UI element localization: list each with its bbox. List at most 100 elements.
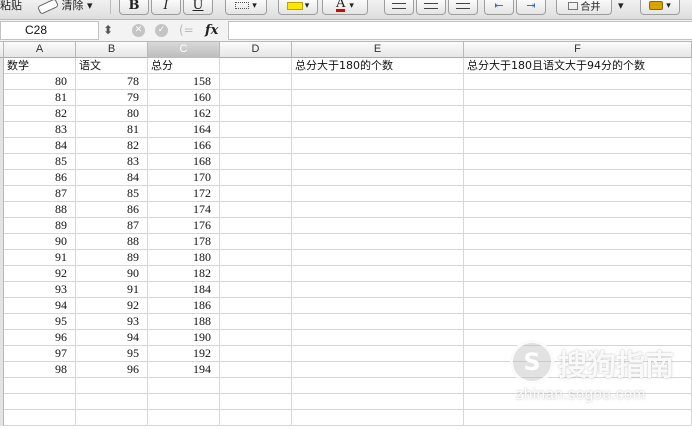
cell-b[interactable]: 89 — [76, 250, 148, 266]
format-button[interactable]: ▾ — [640, 0, 680, 15]
column-header-d[interactable]: D — [220, 42, 292, 58]
cell-b[interactable]: 93 — [76, 314, 148, 330]
cell-d[interactable] — [220, 298, 292, 314]
cell-d[interactable] — [220, 106, 292, 122]
cell-f[interactable] — [464, 298, 692, 314]
cell-e[interactable] — [292, 378, 464, 394]
cell-c[interactable]: 166 — [148, 138, 220, 154]
cell-a[interactable] — [4, 410, 76, 426]
cell-f[interactable] — [464, 74, 692, 90]
underline-button[interactable]: U — [183, 0, 213, 15]
cell-d[interactable] — [220, 362, 292, 378]
cell-a[interactable]: 84 — [4, 138, 76, 154]
cell-f[interactable] — [464, 362, 692, 378]
formula-input[interactable] — [228, 21, 692, 40]
align-right-button[interactable] — [448, 0, 478, 15]
cell-d[interactable] — [220, 202, 292, 218]
cell-f[interactable] — [464, 202, 692, 218]
cell-c[interactable]: 172 — [148, 186, 220, 202]
cell-c[interactable]: 158 — [148, 74, 220, 90]
cell-f[interactable] — [464, 394, 692, 410]
cell-b[interactable]: 83 — [76, 154, 148, 170]
cell-d[interactable] — [220, 186, 292, 202]
cell-b[interactable]: 87 — [76, 218, 148, 234]
cell-e[interactable] — [292, 122, 464, 138]
cell-a[interactable]: 95 — [4, 314, 76, 330]
cell-f[interactable] — [464, 186, 692, 202]
cell-b[interactable]: 84 — [76, 170, 148, 186]
cell-b[interactable]: 94 — [76, 330, 148, 346]
cell-c[interactable]: 178 — [148, 234, 220, 250]
column-header-a[interactable]: A — [4, 42, 76, 58]
cell-c[interactable]: 162 — [148, 106, 220, 122]
cell-c[interactable] — [148, 410, 220, 426]
align-left-button[interactable] — [384, 0, 414, 15]
cell-e[interactable] — [292, 266, 464, 282]
cell-d[interactable] — [220, 170, 292, 186]
cell-c[interactable]: 180 — [148, 250, 220, 266]
cell-a[interactable]: 91 — [4, 250, 76, 266]
cell-d[interactable] — [220, 122, 292, 138]
cell-b[interactable]: 81 — [76, 122, 148, 138]
cell-d[interactable] — [220, 250, 292, 266]
cell-a[interactable]: 80 — [4, 74, 76, 90]
cell-a[interactable]: 85 — [4, 154, 76, 170]
cell-f[interactable] — [464, 266, 692, 282]
cell-e[interactable] — [292, 394, 464, 410]
cell-f[interactable] — [464, 314, 692, 330]
cell-e[interactable] — [292, 74, 464, 90]
cell-f[interactable] — [464, 410, 692, 426]
cell-c[interactable]: 182 — [148, 266, 220, 282]
header-cell-b[interactable]: 语文 — [76, 58, 148, 74]
cell-f[interactable] — [464, 378, 692, 394]
cell-a[interactable]: 86 — [4, 170, 76, 186]
cell-f[interactable] — [464, 218, 692, 234]
clear-button[interactable]: 清除 ▾ — [37, 0, 93, 15]
cell-d[interactable] — [220, 74, 292, 90]
cell-c[interactable] — [148, 394, 220, 410]
cell-d[interactable] — [220, 410, 292, 426]
borders-button[interactable]: ▾ — [225, 0, 267, 15]
cell-c[interactable]: 168 — [148, 154, 220, 170]
column-header-c[interactable]: C — [148, 42, 220, 58]
cell-d[interactable] — [220, 314, 292, 330]
cell-e[interactable] — [292, 234, 464, 250]
cell-d[interactable] — [220, 90, 292, 106]
cell-a[interactable]: 93 — [4, 282, 76, 298]
cell-e[interactable] — [292, 218, 464, 234]
chevron-down-icon[interactable]: ▾ — [618, 0, 624, 12]
bold-button[interactable]: B — [119, 0, 149, 15]
cell-b[interactable]: 88 — [76, 234, 148, 250]
cell-c[interactable]: 184 — [148, 282, 220, 298]
cell-b[interactable]: 95 — [76, 346, 148, 362]
cell-f[interactable] — [464, 122, 692, 138]
cell-c[interactable]: 188 — [148, 314, 220, 330]
cell-a[interactable] — [4, 378, 76, 394]
confirm-formula-icon[interactable]: ✓ — [155, 23, 168, 37]
cell-d[interactable] — [220, 394, 292, 410]
cell-a[interactable]: 81 — [4, 90, 76, 106]
name-box[interactable]: C28 — [0, 21, 99, 40]
header-cell-c[interactable]: 总分 — [148, 58, 220, 74]
align-center-button[interactable] — [416, 0, 446, 15]
cell-c[interactable] — [148, 378, 220, 394]
cell-a[interactable]: 89 — [4, 218, 76, 234]
cell-b[interactable] — [76, 378, 148, 394]
cell-d[interactable] — [220, 282, 292, 298]
cell-e[interactable] — [292, 138, 464, 154]
cell-e[interactable] — [292, 314, 464, 330]
cell-a[interactable]: 88 — [4, 202, 76, 218]
cell-a[interactable]: 92 — [4, 266, 76, 282]
cell-b[interactable] — [76, 410, 148, 426]
cell-e[interactable] — [292, 362, 464, 378]
cell-f[interactable] — [464, 234, 692, 250]
header-cell-f[interactable]: 总分大于180且语文大于94分的个数 — [464, 58, 692, 74]
cell-c[interactable]: 190 — [148, 330, 220, 346]
cell-d[interactable] — [220, 234, 292, 250]
header-cell-d[interactable] — [220, 58, 292, 74]
cell-e[interactable] — [292, 410, 464, 426]
cell-b[interactable]: 80 — [76, 106, 148, 122]
cell-f[interactable] — [464, 250, 692, 266]
cell-b[interactable]: 90 — [76, 266, 148, 282]
column-header-f[interactable]: F — [464, 42, 692, 58]
